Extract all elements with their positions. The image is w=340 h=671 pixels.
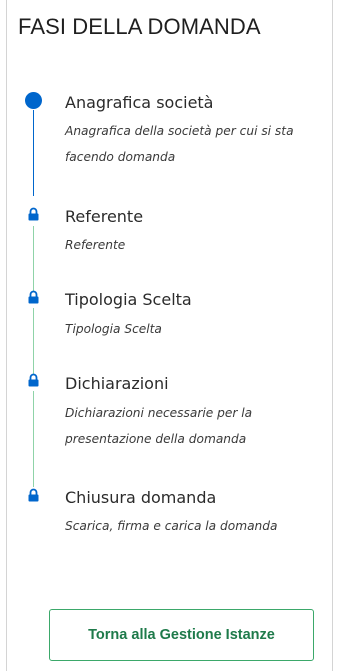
step-connector [33, 308, 34, 374]
step-connector [33, 110, 34, 196]
lock-icon [28, 207, 39, 221]
lock-icon [28, 290, 39, 304]
step-description: Referente [65, 238, 126, 252]
back-to-management-button[interactable]: Torna alla Gestione Istanze [49, 609, 314, 661]
step-title: Anagrafica società [65, 93, 214, 112]
step-connector [33, 226, 34, 291]
step-title: Tipologia Scelta [65, 290, 192, 309]
step-title: Dichiarazioni [65, 374, 169, 393]
steps-list: Anagrafica società Anagrafica della soci… [7, 0, 332, 671]
current-step-dot-icon [25, 92, 42, 109]
step-description: Anagrafica della società per cui si sta … [65, 124, 294, 164]
step-title: Referente [65, 207, 144, 226]
lock-icon [28, 373, 39, 387]
step-description: Scarica, firma e carica la domanda [65, 519, 278, 533]
step-description: Dichiarazioni necessarie per la presenta… [65, 406, 253, 446]
step-connector [33, 391, 34, 487]
lock-icon [28, 488, 39, 502]
step-description: Tipologia Scelta [65, 322, 162, 336]
step-title: Chiusura domanda [65, 488, 217, 507]
application-steps-panel: FASI DELLA DOMANDA Anagrafica società An… [6, 0, 333, 671]
